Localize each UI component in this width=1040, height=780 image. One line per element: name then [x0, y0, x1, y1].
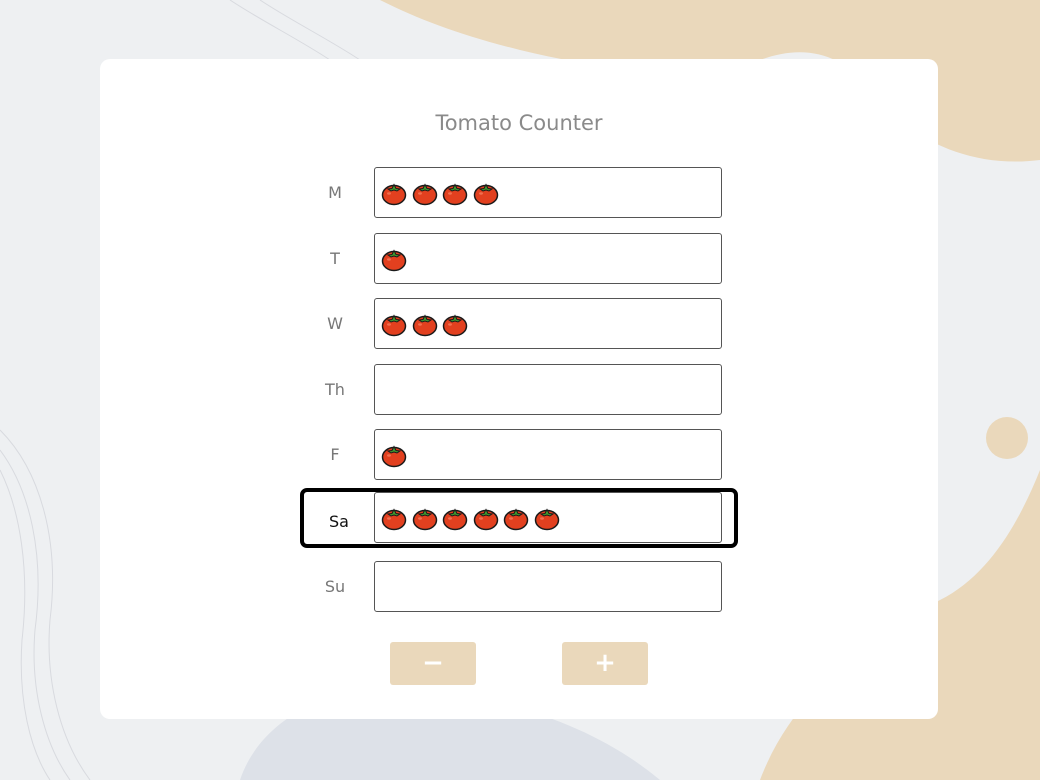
tomato-icon	[504, 508, 529, 531]
tomato-field[interactable]	[374, 561, 722, 612]
tomato-icon	[412, 183, 437, 206]
day-row[interactable]: T	[300, 229, 738, 289]
tomato-list	[381, 311, 473, 339]
day-row[interactable]: F	[300, 425, 738, 485]
tomato-list	[381, 505, 565, 533]
tomato-field[interactable]	[374, 167, 722, 218]
tomato-list	[381, 180, 503, 208]
day-label: Th	[325, 380, 345, 399]
tomato-icon	[442, 508, 468, 531]
tomato-icon	[381, 314, 407, 337]
increment-button[interactable]: +	[562, 642, 648, 685]
tomato-field[interactable]	[374, 298, 722, 349]
tomato-icon	[473, 183, 499, 206]
tomato-icon	[534, 508, 560, 531]
day-label: F	[330, 445, 340, 464]
tomato-icon	[381, 183, 407, 206]
tomato-icon	[412, 508, 437, 531]
day-row[interactable]: Th	[300, 360, 738, 420]
decrement-button[interactable]: −	[390, 642, 476, 685]
day-row[interactable]: M	[300, 163, 738, 223]
day-label: W	[327, 314, 343, 333]
tomato-field[interactable]	[374, 429, 722, 480]
tomato-field[interactable]	[374, 233, 722, 284]
tomato-counter-card: Tomato Counter M T W Th F Sa Su − +	[100, 59, 938, 719]
day-label: M	[328, 183, 342, 202]
day-label: Su	[324, 577, 346, 596]
day-label: T	[330, 249, 340, 268]
tomato-list	[381, 246, 412, 274]
app-title: Tomato Counter	[435, 111, 603, 135]
tomato-field[interactable]	[374, 364, 722, 415]
day-row[interactable]: Su	[300, 557, 738, 617]
day-row[interactable]: Sa	[300, 488, 738, 548]
tomato-icon	[412, 314, 437, 337]
tomato-list	[381, 442, 412, 470]
tomato-icon	[381, 445, 407, 468]
tomato-icon	[381, 508, 407, 531]
tomato-field[interactable]	[374, 492, 722, 543]
tomato-icon	[442, 314, 468, 337]
tomato-icon	[473, 508, 499, 531]
tomato-icon	[381, 249, 407, 272]
day-label: Sa	[329, 512, 349, 531]
tomato-icon	[442, 183, 468, 206]
day-row[interactable]: W	[300, 294, 738, 354]
